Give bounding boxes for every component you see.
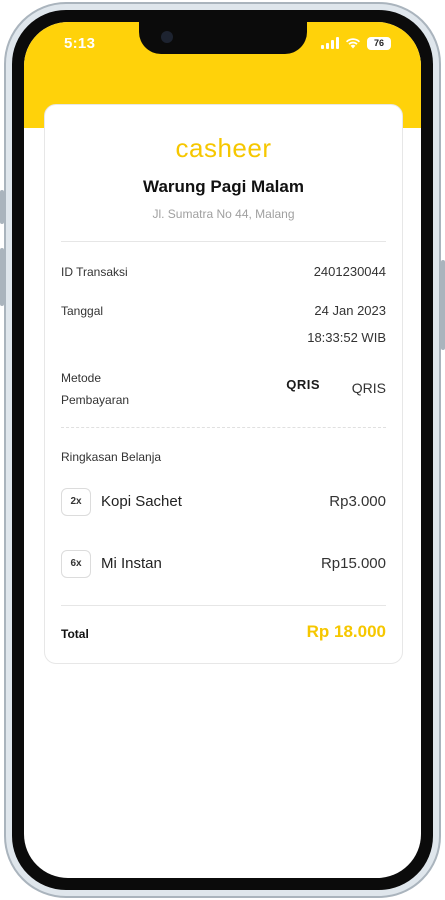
divider <box>61 241 386 242</box>
notch <box>139 22 307 54</box>
item-qty-badge: 6x <box>61 550 91 578</box>
qris-logo-icon: QRIS <box>286 377 320 392</box>
side-button-right <box>441 260 445 350</box>
summary-label: Ringkasan Belanja <box>61 450 162 464</box>
payment-method-value: QRIS <box>351 380 386 396</box>
total-label: Total <box>61 627 89 641</box>
item-name: Kopi Sachet <box>101 493 182 510</box>
store-name: Warung Pagi Malam <box>143 177 304 196</box>
item-price: Rp3.000 <box>329 493 386 510</box>
wifi-icon <box>346 38 360 49</box>
total-value: Rp 18.000 <box>306 622 386 641</box>
battery-icon: 76 <box>367 36 391 50</box>
payment-method-label-line2: Pembayaran <box>61 393 130 407</box>
dashed-divider <box>61 427 386 428</box>
side-button-left <box>0 190 4 224</box>
item-qty-badge: 2x <box>61 488 91 516</box>
date-value: 24 Jan 2023 <box>314 303 386 318</box>
transaction-id-label: ID Transaksi <box>61 265 128 279</box>
item-price: Rp15.000 <box>320 555 386 572</box>
payment-method-label-line1: Metode <box>61 371 102 385</box>
divider <box>61 605 386 606</box>
item-name: Mi Instan <box>101 555 162 572</box>
brand-logo: casheer <box>175 133 272 163</box>
store-address: Jl. Sumatra No 44, Malang <box>152 207 295 221</box>
transaction-id-value: 2401230044 <box>313 264 386 279</box>
status-icons: 76 <box>321 36 391 50</box>
receipt-card: casheer Warung Pagi Malam Jl. Sumatra No… <box>44 104 403 664</box>
signal-icon <box>321 37 339 49</box>
status-time: 5:13 <box>64 35 96 52</box>
date-label: Tanggal <box>61 304 104 318</box>
time-value: 18:33:52 WIB <box>307 330 386 345</box>
side-button-left-lower <box>0 248 4 306</box>
phone-screen: 5:13 76 casheer Warung Pagi Malam Jl. Su… <box>24 22 421 878</box>
front-camera-icon <box>161 31 173 43</box>
